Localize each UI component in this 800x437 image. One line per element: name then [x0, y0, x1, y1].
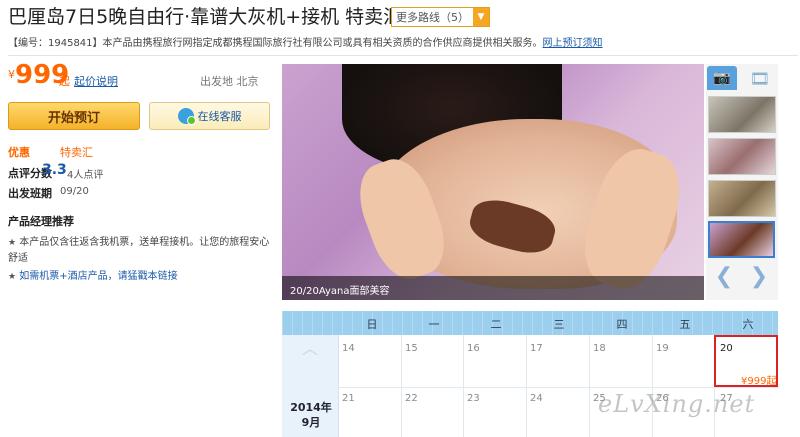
booking-notice-link[interactable]: 网上预订须知	[543, 38, 603, 49]
grid-line	[589, 335, 590, 437]
calendar-year: 2014年	[290, 401, 332, 414]
grid-line	[401, 335, 402, 437]
grid-line	[526, 335, 527, 437]
calendar-day: 14	[342, 343, 355, 354]
grid-line	[338, 387, 778, 388]
weekday-sat: 六	[742, 318, 754, 331]
camera-icon[interactable]: 📷	[707, 66, 737, 90]
photo-caption: 20/20Ayana面部美容	[290, 286, 390, 297]
more-routes-label: 更多路线（5）	[396, 11, 469, 24]
weekday-wed: 三	[553, 318, 565, 331]
notice-text: 【编号：1945841】本产品由携程旅行网指定成都携程国际旅行社有限公司或具有相…	[8, 38, 543, 49]
calendar-day: 22	[405, 393, 418, 404]
calendar-day: 23	[467, 393, 480, 404]
calendar-day: 17	[530, 343, 543, 354]
more-routes-dropdown[interactable]: 更多路线（5） ▼	[391, 7, 490, 27]
online-service-label: 在线客服	[197, 110, 242, 123]
score-value[interactable]: 3.3	[42, 162, 67, 178]
page-title: 巴厘岛7日5晚自由行·靠谱大灰机+接机 特卖汇	[8, 6, 403, 28]
online-service-button[interactable]: 在线客服	[149, 102, 270, 130]
watermark: eLvXing.net	[598, 390, 756, 418]
departure-date-label: 出发班期	[8, 187, 52, 200]
video-icon[interactable]: 🎞	[744, 66, 776, 90]
calendar-header	[282, 311, 778, 335]
chevron-left-icon[interactable]: ❮	[710, 263, 738, 291]
chevron-up-icon[interactable]: ︿	[293, 341, 327, 357]
weekday-sun: 日	[366, 318, 378, 331]
selected-date-price: ¥999起	[741, 376, 777, 387]
calendar-day: 15	[405, 343, 418, 354]
grid-line	[463, 335, 464, 437]
promo-value: 特卖汇	[60, 146, 93, 159]
calendar-day: 24	[530, 393, 543, 404]
chevron-down-icon: ▼	[473, 8, 489, 26]
price-suffix: 起	[59, 75, 70, 88]
thumbnail[interactable]	[708, 180, 776, 217]
recommend-item[interactable]: ★ 如需机票+酒店产品，请猛戳本链接	[8, 267, 276, 282]
recommend-item: ★ 本产品仅含往返含我机票，送单程接机。让您的旅程安心舒适	[8, 235, 276, 266]
grid-line	[652, 335, 653, 437]
thumbnail-selected[interactable]	[708, 221, 775, 258]
weekday-fri: 五	[679, 318, 691, 331]
recommend-text: 本产品仅含往返含我机票，送单程接机。让您的旅程安心舒适	[8, 237, 270, 264]
departure-date-value: 09/20	[60, 186, 89, 197]
departure-city: 出发地 北京	[200, 75, 259, 88]
flight-hotel-link[interactable]: 如需机票+酒店产品，请猛戳本链接	[19, 271, 177, 282]
chat-icon	[177, 108, 196, 125]
calendar-day: 21	[342, 393, 355, 404]
promo-label: 优惠	[8, 146, 30, 159]
manager-recommend-title: 产品经理推荐	[8, 215, 74, 228]
review-count[interactable]: 4人点评	[67, 166, 103, 181]
main-photo[interactable]	[282, 64, 704, 300]
weekday-thu: 四	[616, 318, 628, 331]
calendar-day: 18	[593, 343, 606, 354]
chevron-right-icon[interactable]: ❯	[745, 263, 773, 291]
thumbnail[interactable]	[708, 96, 776, 133]
weekday-tue: 二	[490, 318, 502, 331]
price-explain-link[interactable]: 起价说明	[74, 73, 118, 89]
weekday-mon: 一	[428, 318, 440, 331]
calendar-day: 19	[656, 343, 669, 354]
calendar-month: 9月	[301, 416, 321, 429]
header-divider	[8, 55, 798, 56]
calendar-day: 16	[467, 343, 480, 354]
thumbnail[interactable]	[708, 138, 776, 175]
star-icon: ★	[8, 238, 17, 248]
star-icon: ★	[8, 272, 17, 282]
product-notice: 【编号：1945841】本产品由携程旅行网指定成都携程国际旅行社有限公司或具有相…	[8, 34, 603, 49]
price-currency: ¥	[8, 68, 15, 81]
start-booking-button[interactable]: 开始预订	[8, 102, 140, 130]
